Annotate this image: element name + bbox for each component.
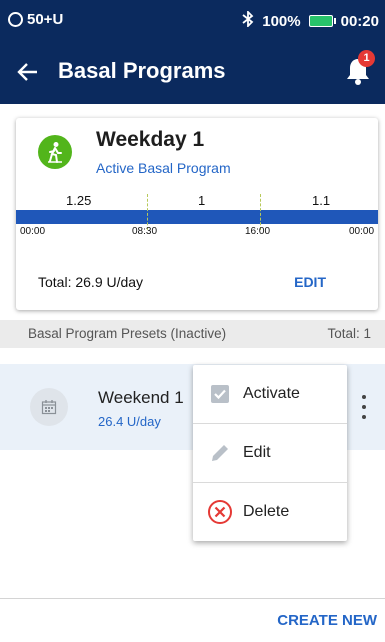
segment-rate-3: 1.1 bbox=[312, 193, 331, 208]
activate-menu-item[interactable]: Activate bbox=[193, 365, 347, 423]
segment-rate-1: 1.25 bbox=[66, 193, 92, 208]
context-menu: Activate Edit Delete bbox=[193, 365, 347, 541]
basal-rate-bar bbox=[16, 210, 378, 224]
segment-divider bbox=[147, 194, 148, 230]
status-time: 00:20 bbox=[340, 12, 379, 30]
bluetooth-icon bbox=[242, 9, 254, 31]
battery-icon bbox=[308, 15, 336, 27]
active-program-subtitle: Active Basal Program bbox=[96, 160, 231, 176]
active-program-total: Total: 26.9 U/day bbox=[38, 274, 144, 290]
time-label-0830: 08:30 bbox=[132, 226, 158, 237]
time-label-1600: 16:00 bbox=[245, 226, 271, 237]
presets-header-total: Total: 1 bbox=[327, 326, 371, 341]
status-left-text: 50+U bbox=[27, 11, 64, 28]
notification-button[interactable]: 1 bbox=[345, 50, 375, 86]
time-label-end: 00:00 bbox=[349, 226, 375, 237]
notification-badge: 1 bbox=[358, 50, 375, 67]
page-title: Basal Programs bbox=[58, 58, 226, 83]
segment-divider bbox=[260, 194, 261, 230]
preset-rate: 26.4 U/day bbox=[98, 414, 161, 429]
pencil-icon bbox=[205, 442, 235, 464]
activate-label: Activate bbox=[243, 385, 300, 402]
back-arrow-icon[interactable] bbox=[12, 52, 44, 92]
cancel-circle-icon bbox=[205, 499, 235, 525]
edit-label: Edit bbox=[243, 444, 271, 461]
battery-percent: 100% bbox=[262, 12, 301, 30]
calendar-icon bbox=[30, 388, 68, 426]
more-vertical-icon[interactable] bbox=[357, 390, 371, 424]
checkbox-icon bbox=[205, 384, 235, 404]
app-bar: Basal Programs 1 bbox=[0, 40, 385, 104]
active-program-name: Weekday 1 bbox=[96, 128, 205, 151]
preset-name: Weekend 1 bbox=[98, 388, 184, 407]
presets-header: Basal Program Presets (Inactive) Total: … bbox=[0, 320, 385, 348]
delete-label: Delete bbox=[243, 503, 290, 520]
presets-header-label: Basal Program Presets (Inactive) bbox=[28, 326, 227, 341]
walking-person-icon bbox=[38, 135, 72, 169]
clock-icon bbox=[8, 12, 23, 27]
footer-divider bbox=[0, 598, 385, 599]
create-new-button[interactable]: CREATE NEW bbox=[277, 612, 377, 629]
status-bar: 50+U 100% 00:20 bbox=[0, 0, 385, 40]
segment-rate-2: 1 bbox=[198, 193, 206, 208]
edit-menu-item[interactable]: Edit bbox=[193, 424, 347, 482]
delete-menu-item[interactable]: Delete bbox=[193, 483, 347, 541]
edit-button[interactable]: EDIT bbox=[294, 274, 326, 290]
active-program-card: Weekday 1 Active Basal Program 1.25 1 1.… bbox=[16, 118, 378, 310]
time-label-start: 00:00 bbox=[20, 226, 46, 237]
